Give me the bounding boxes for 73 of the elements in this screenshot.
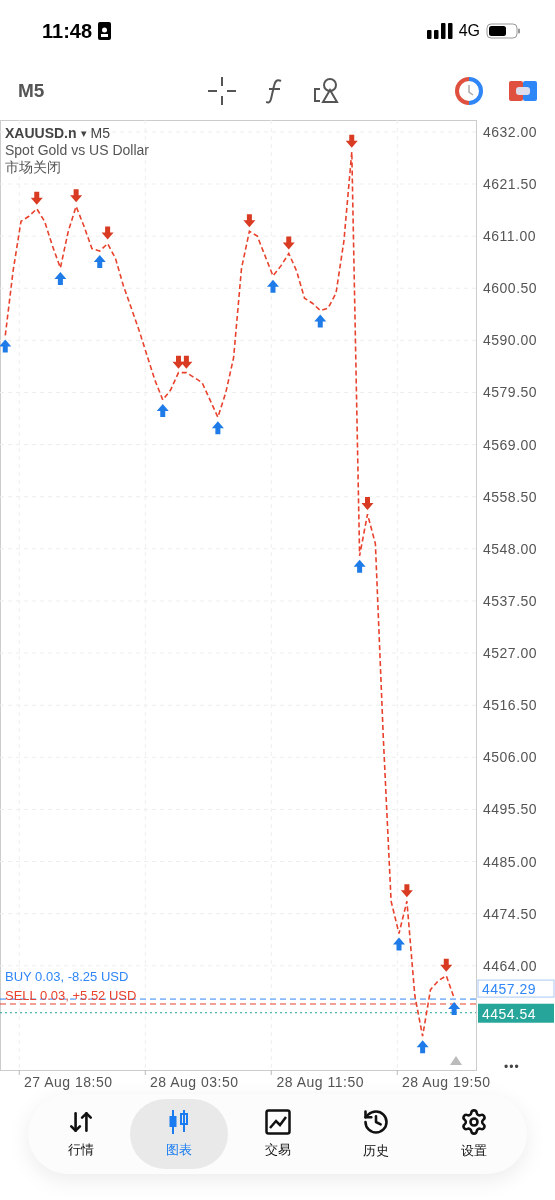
symbol-name[interactable]: XAUUSD.n bbox=[5, 125, 77, 141]
price-axis-label: 4579.50 bbox=[483, 384, 538, 401]
up-arrow-icon bbox=[416, 1040, 429, 1054]
up-arrow-icon bbox=[448, 1002, 461, 1016]
chart-timeframe: M5 bbox=[90, 125, 110, 141]
symbol-description: Spot Gold vs US Dollar bbox=[5, 142, 149, 158]
toggle-tile-icon[interactable] bbox=[509, 79, 537, 103]
id-card-icon bbox=[98, 22, 112, 40]
up-down-arrows-icon bbox=[68, 1109, 95, 1135]
candlestick-icon bbox=[168, 1109, 191, 1135]
order-label: BUY 0.03, -8.25 USD bbox=[5, 969, 129, 985]
price-axis-label: 4569.00 bbox=[483, 436, 538, 453]
price-axis-label: 4558.50 bbox=[483, 488, 538, 505]
nav-tab[interactable]: 设置 bbox=[424, 1099, 523, 1169]
dropdown-caret[interactable]: ▾ bbox=[80, 126, 87, 140]
up-arrow-icon bbox=[393, 937, 405, 951]
up-arrow-icon bbox=[54, 271, 67, 285]
clock-ring-icon[interactable] bbox=[455, 77, 483, 105]
price-axis-label: 4527.00 bbox=[483, 645, 538, 662]
up-arrow-icon bbox=[211, 421, 224, 435]
time-axis-label: 28 Aug 19:50 bbox=[402, 1074, 491, 1090]
price-axis-label: 4537.50 bbox=[483, 592, 538, 609]
down-arrow-icon bbox=[180, 355, 193, 369]
price-axis-label: 4611.00 bbox=[483, 228, 537, 245]
nav-tab[interactable]: 行情 bbox=[32, 1099, 131, 1169]
price-axis-label: 4590.00 bbox=[483, 332, 538, 349]
market-status: 市场关闭 bbox=[5, 159, 62, 177]
settings-icon bbox=[459, 1108, 488, 1136]
up-arrow-icon bbox=[353, 559, 366, 573]
price-axis-label: 4600.50 bbox=[483, 280, 538, 297]
price-axis-label: 4506.00 bbox=[483, 749, 538, 766]
price-axis-label: 4632.00 bbox=[483, 123, 538, 140]
price-axis-label: 4621.50 bbox=[483, 176, 538, 193]
down-arrow-icon bbox=[400, 884, 413, 898]
up-arrow-icon bbox=[314, 314, 327, 328]
price-axis-label: 4495.50 bbox=[483, 801, 538, 818]
timeframe-button[interactable]: M5 bbox=[18, 80, 208, 102]
current-price-tag: 4454.54 bbox=[478, 1003, 554, 1023]
down-arrow-icon bbox=[361, 497, 374, 511]
price-axis-label: 4474.50 bbox=[483, 905, 538, 922]
line-chart-icon bbox=[264, 1109, 291, 1135]
down-arrow-icon bbox=[172, 355, 185, 369]
price-axis-label: 4516.50 bbox=[483, 697, 538, 714]
down-arrow-icon bbox=[30, 191, 43, 205]
signal-icon bbox=[426, 23, 453, 39]
down-arrow-icon bbox=[282, 236, 295, 250]
battery-icon bbox=[486, 23, 521, 39]
price-axis-label: 4464.00 bbox=[483, 957, 538, 974]
order-label: SELL 0.03, +5.52 USD bbox=[5, 988, 137, 1003]
up-arrow-icon bbox=[267, 279, 279, 293]
down-arrow-icon bbox=[70, 189, 83, 203]
down-arrow-icon bbox=[101, 226, 114, 240]
more-button[interactable]: ••• bbox=[504, 1060, 520, 1074]
shapes-icon[interactable] bbox=[314, 77, 340, 105]
price-axis-label: 4485.00 bbox=[483, 853, 538, 870]
status-time: 11:48 bbox=[42, 19, 93, 43]
down-arrow-icon bbox=[243, 214, 256, 228]
function-icon[interactable] bbox=[266, 77, 284, 105]
network-label: 4G bbox=[458, 22, 480, 40]
up-arrow-icon bbox=[0, 339, 12, 353]
crosshair-icon[interactable] bbox=[208, 77, 236, 105]
nav-tab[interactable]: 交易 bbox=[228, 1099, 327, 1169]
nav-tab[interactable]: 历史 bbox=[326, 1099, 425, 1169]
down-arrow-icon bbox=[345, 134, 358, 148]
time-axis-label: 27 Aug 18:50 bbox=[24, 1074, 113, 1090]
time-axis-label: 28 Aug 03:50 bbox=[150, 1074, 239, 1090]
history-icon bbox=[361, 1108, 390, 1136]
down-arrow-icon bbox=[440, 958, 453, 972]
time-axis-label: 28 Aug 11:50 bbox=[276, 1074, 364, 1090]
up-arrow-icon bbox=[156, 403, 169, 417]
up-arrow-icon bbox=[93, 255, 106, 269]
order-price-tag: 4457.29 bbox=[477, 979, 555, 998]
price-axis-label: 4548.00 bbox=[483, 540, 538, 557]
